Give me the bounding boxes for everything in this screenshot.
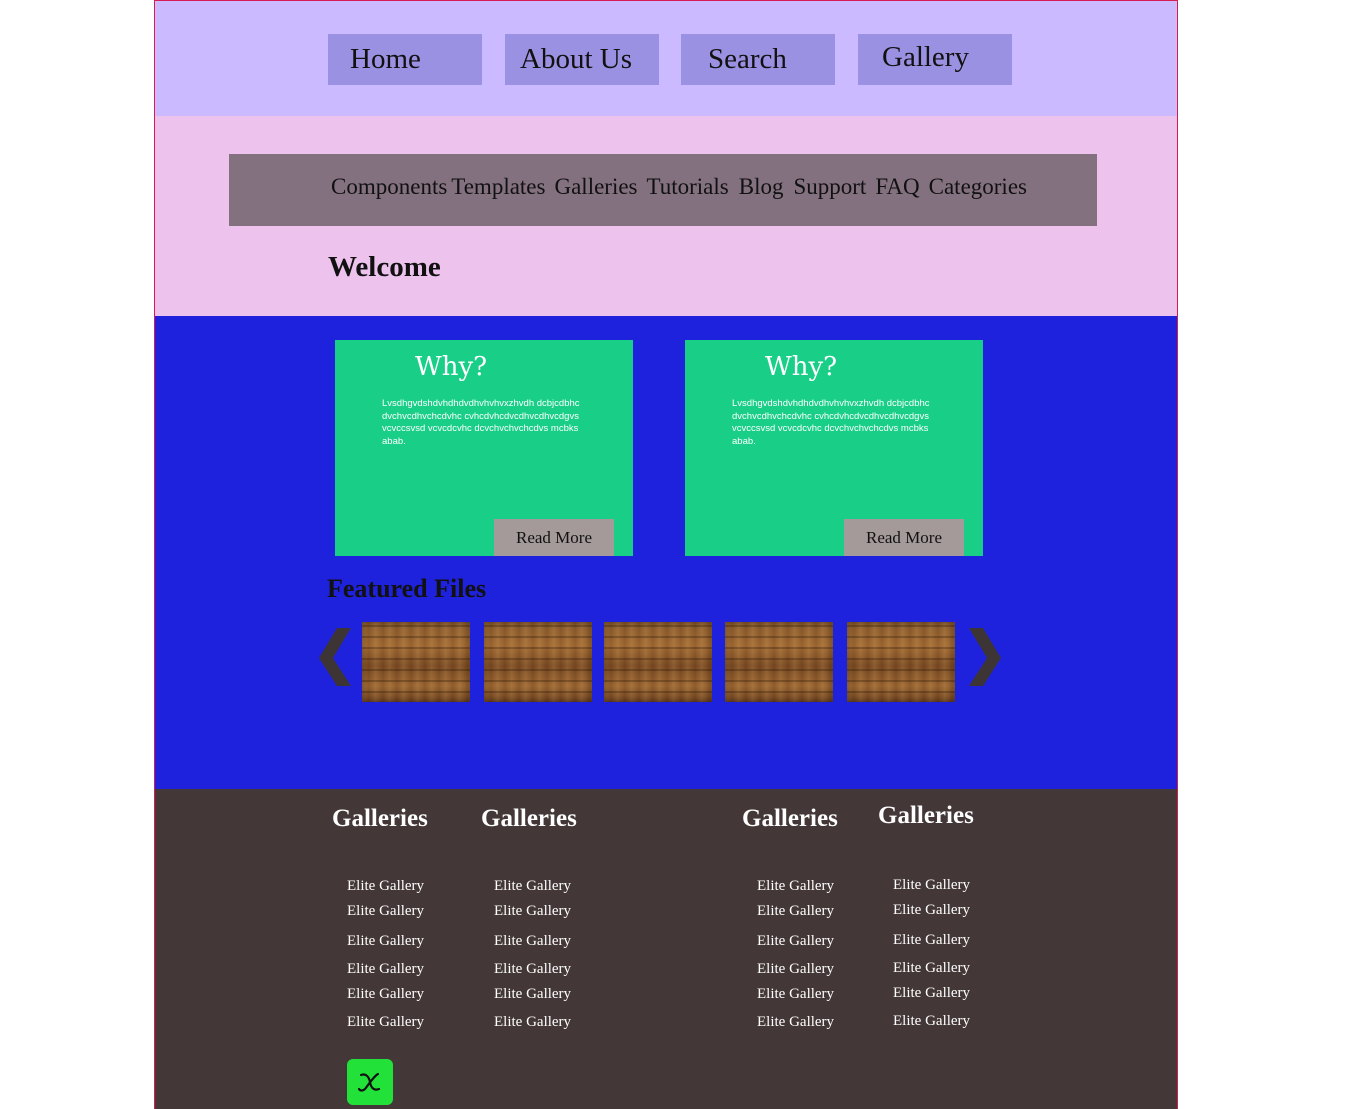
welcome-heading: Welcome <box>328 251 441 283</box>
footer-link[interactable]: Elite Gallery <box>347 903 424 920</box>
sub-nav-galleries[interactable]: Galleries <box>554 174 637 199</box>
card-title: Why? <box>415 352 488 382</box>
footer-link[interactable]: Elite Gallery <box>757 903 834 920</box>
footer-link[interactable]: Elite Gallery <box>494 961 571 978</box>
footer-column: Galleries Elite Gallery Elite Gallery El… <box>742 805 882 1035</box>
footer-link[interactable]: Elite Gallery <box>757 1014 834 1031</box>
footer-link[interactable]: Elite Gallery <box>893 877 970 894</box>
top-nav-bar: Home About Us Search Gallery <box>155 1 1177 116</box>
carousel-prev-button[interactable] <box>315 624 359 692</box>
footer-column: Galleries Elite Gallery Elite Gallery El… <box>481 805 621 1035</box>
footer-link[interactable]: Elite Gallery <box>494 1014 571 1031</box>
footer-link[interactable]: Elite Gallery <box>757 878 834 895</box>
sub-nav-bar: Components Templates Galleries Tutorials Blo… <box>229 154 1097 226</box>
footer: Galleries Elite Gallery Elite Gallery El… <box>155 789 1177 1109</box>
footer-column-heading: Galleries <box>742 805 838 832</box>
sub-nav-tutorials[interactable]: Tutorials <box>647 174 729 199</box>
card-body: Lvsdhgvdshdvhdhdvdhvhvhvxzhvdh dcbjcdbhc… <box>382 398 580 447</box>
sub-nav-categories[interactable]: Categories <box>929 174 1027 199</box>
footer-link[interactable]: Elite Gallery <box>494 903 571 920</box>
featured-thumbnail[interactable] <box>847 622 955 702</box>
chevron-right-icon <box>969 628 1001 686</box>
footer-link[interactable]: Elite Gallery <box>347 986 424 1003</box>
content-band: Why? Lvsdhgvdshdvhdhdvdhvhvhvxzhvdh dcbj… <box>155 316 1177 789</box>
footer-link[interactable]: Elite Gallery <box>893 985 970 1002</box>
sub-nav-links: Components Templates Galleries Tutorials Blo… <box>331 174 1027 200</box>
footer-link[interactable]: Elite Gallery <box>347 1014 424 1031</box>
footer-link[interactable]: Elite Gallery <box>757 986 834 1003</box>
nav-about-us-button[interactable]: About Us <box>505 34 659 85</box>
sub-nav-components[interactable]: Components <box>331 174 447 199</box>
featured-thumbnail[interactable] <box>362 622 470 702</box>
card-title: Why? <box>765 352 838 382</box>
sub-nav-support[interactable]: Support <box>793 174 866 199</box>
carousel-next-button[interactable] <box>961 624 1005 692</box>
featured-thumbnail[interactable] <box>484 622 592 702</box>
nav-home-button[interactable]: Home <box>328 34 482 85</box>
footer-column-heading: Galleries <box>878 802 974 829</box>
footer-link[interactable]: Elite Gallery <box>494 933 571 950</box>
featured-thumbnail[interactable] <box>725 622 833 702</box>
footer-column: Galleries Elite Gallery Elite Gallery El… <box>332 805 472 1035</box>
footer-column-heading: Galleries <box>481 805 577 832</box>
page-frame: Home About Us Search Gallery Components T… <box>154 0 1178 1109</box>
nav-search-button[interactable]: Search <box>681 34 835 85</box>
footer-link[interactable]: Elite Gallery <box>893 960 970 977</box>
sub-nav-templates[interactable]: Templates <box>451 174 545 199</box>
read-more-button[interactable]: Read More <box>494 519 614 556</box>
nav-gallery-button[interactable]: Gallery <box>858 34 1012 85</box>
header-band: Components Templates Galleries Tutorials Blo… <box>155 116 1177 316</box>
footer-column-heading: Galleries <box>332 805 428 832</box>
info-card: Why? Lvsdhgvdshdvhdhdvdhvhvhvxzhvdh dcbj… <box>685 340 983 556</box>
sub-nav-blog[interactable]: Blog <box>739 174 784 199</box>
footer-column: Galleries Elite Gallery Elite Gallery El… <box>878 802 1018 1032</box>
sub-nav-faq[interactable]: FAQ <box>875 174 919 199</box>
footer-link[interactable]: Elite Gallery <box>893 932 970 949</box>
footer-link[interactable]: Elite Gallery <box>494 878 571 895</box>
card-body: Lvsdhgvdshdvhdhdvdhvhvhvxzhvdh dcbjcdbhc… <box>732 398 930 447</box>
footer-link[interactable]: Elite Gallery <box>757 961 834 978</box>
footer-link[interactable]: Elite Gallery <box>893 902 970 919</box>
footer-link[interactable]: Elite Gallery <box>347 961 424 978</box>
footer-link[interactable]: Elite Gallery <box>893 1013 970 1030</box>
footer-link[interactable]: Elite Gallery <box>347 878 424 895</box>
footer-link[interactable]: Elite Gallery <box>494 986 571 1003</box>
app-badge-button[interactable] <box>347 1059 393 1105</box>
chevron-left-icon <box>319 628 351 686</box>
info-card: Why? Lvsdhgvdshdvhdhdvdhvhvhvxzhvdh dcbj… <box>335 340 633 556</box>
read-more-button[interactable]: Read More <box>844 519 964 556</box>
featured-thumbnail[interactable] <box>604 622 712 702</box>
footer-link[interactable]: Elite Gallery <box>757 933 834 950</box>
featured-files-heading: Featured Files <box>327 574 487 603</box>
footer-link[interactable]: Elite Gallery <box>347 933 424 950</box>
math-x-icon <box>357 1072 381 1092</box>
